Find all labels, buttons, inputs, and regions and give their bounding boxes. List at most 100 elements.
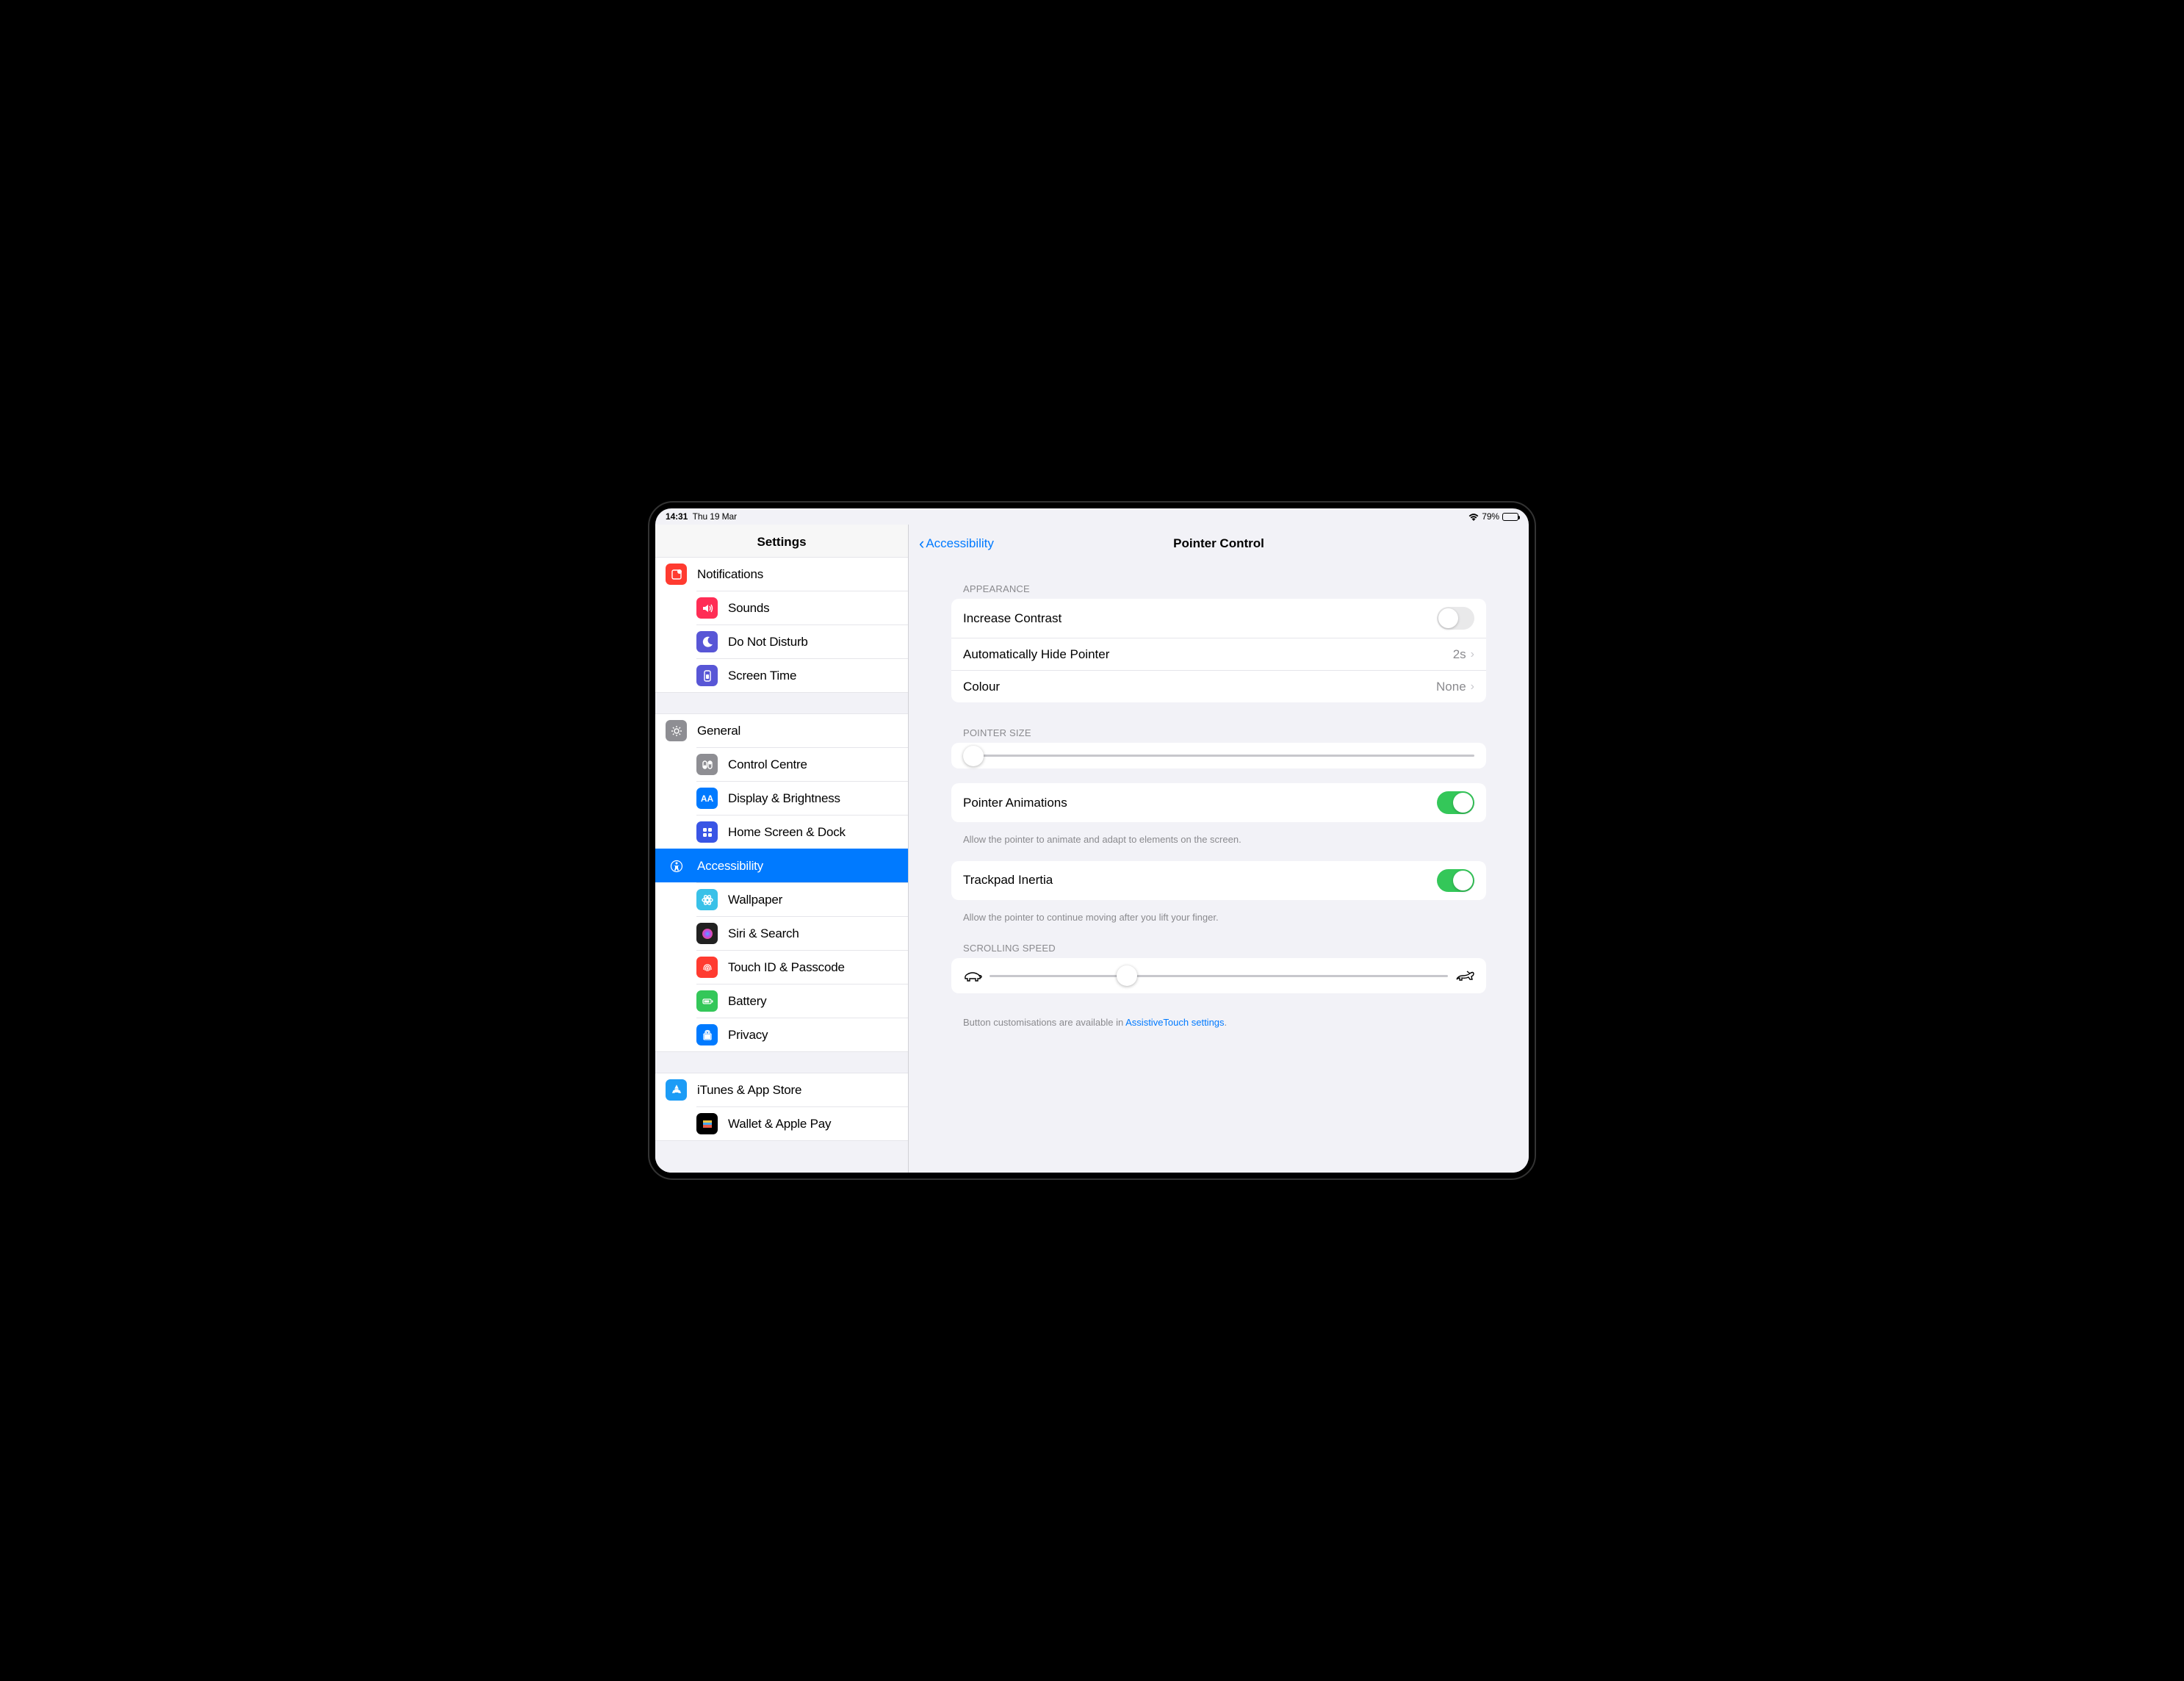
chevron-right-icon: › bbox=[1471, 648, 1474, 661]
increase-contrast-label: Increase Contrast bbox=[963, 611, 1437, 626]
sidebar-item-do-not-disturb[interactable]: Do Not Disturb bbox=[696, 624, 908, 658]
notifications-icon bbox=[666, 564, 687, 585]
sidebar-item-battery[interactable]: Battery bbox=[696, 984, 908, 1018]
sidebar-item-label: Control Centre bbox=[728, 757, 807, 772]
screentime-icon bbox=[696, 665, 718, 686]
sidebar-list[interactable]: Notifications Sounds Do Not Disturb Screen … bbox=[655, 558, 908, 1173]
slider-thumb[interactable] bbox=[963, 746, 984, 766]
sidebar-item-label: Sounds bbox=[728, 601, 769, 616]
homescreen-icon bbox=[696, 821, 718, 843]
auto-hide-label: Automatically Hide Pointer bbox=[963, 647, 1453, 662]
sidebar-item-touch-id-passcode[interactable]: Touch ID & Passcode bbox=[696, 950, 908, 984]
battery-icon bbox=[1502, 513, 1518, 521]
content-header: ‹ Accessibility Pointer Control bbox=[909, 525, 1529, 557]
sidebar-item-label: Touch ID & Passcode bbox=[728, 960, 845, 975]
pointer-animations-footer: Allow the pointer to animate and adapt t… bbox=[951, 828, 1486, 861]
footer-suffix: . bbox=[1225, 1017, 1228, 1028]
tortoise-icon bbox=[963, 970, 982, 982]
sidebar-item-sounds[interactable]: Sounds bbox=[696, 591, 908, 624]
sidebar-item-wallpaper[interactable]: Wallpaper bbox=[696, 882, 908, 916]
scrolling-speed-slider-card bbox=[951, 958, 1486, 993]
row-trackpad-inertia[interactable]: Trackpad Inertia bbox=[951, 861, 1486, 900]
trackpad-inertia-label: Trackpad Inertia bbox=[963, 873, 1437, 888]
sidebar-item-notifications[interactable]: Notifications bbox=[655, 558, 908, 591]
sidebar-item-label: Do Not Disturb bbox=[728, 635, 808, 649]
sidebar-item-label: Display & Brightness bbox=[728, 791, 840, 806]
sounds-icon bbox=[696, 597, 718, 619]
colour-value: None bbox=[1436, 680, 1466, 694]
sidebar-item-control-centre[interactable]: Control Centre bbox=[696, 747, 908, 781]
sidebar-item-label: Wallpaper bbox=[728, 893, 782, 907]
chevron-left-icon: ‹ bbox=[919, 534, 924, 553]
display-icon: AA bbox=[696, 788, 718, 809]
page-title: Pointer Control bbox=[1173, 536, 1264, 551]
sidebar-item-label: Battery bbox=[728, 994, 766, 1009]
accessibility-icon bbox=[666, 855, 687, 877]
wifi-icon bbox=[1468, 513, 1479, 521]
sidebar-item-label: Privacy bbox=[728, 1028, 768, 1043]
row-pointer-animations[interactable]: Pointer Animations bbox=[951, 783, 1486, 822]
pointer-animations-toggle[interactable] bbox=[1437, 791, 1474, 814]
sidebar-item-wallet-apple-pay[interactable]: Wallet & Apple Pay bbox=[696, 1106, 908, 1140]
sidebar-item-label: Screen Time bbox=[728, 669, 796, 683]
siri-icon bbox=[696, 923, 718, 944]
section-header-appearance: APPEARANCE bbox=[951, 579, 1486, 599]
sidebar-title: Settings bbox=[655, 525, 908, 558]
sidebar-item-label: Wallet & Apple Pay bbox=[728, 1117, 831, 1131]
sidebar-item-siri-search[interactable]: Siri & Search bbox=[696, 916, 908, 950]
section-header-pointer-size: POINTER SIZE bbox=[951, 723, 1486, 743]
general-icon bbox=[666, 720, 687, 741]
wallpaper-icon bbox=[696, 889, 718, 910]
sidebar-item-label: General bbox=[697, 724, 740, 738]
back-button[interactable]: ‹ Accessibility bbox=[919, 534, 994, 553]
row-increase-contrast[interactable]: Increase Contrast bbox=[951, 599, 1486, 638]
appearance-card: Increase Contrast Automatically Hide Poi… bbox=[951, 599, 1486, 702]
ipad-frame: 14:31 Thu 19 Mar 79% Settings Notificati… bbox=[638, 491, 1546, 1190]
row-auto-hide[interactable]: Automatically Hide Pointer 2s › bbox=[951, 638, 1486, 670]
footer-note: Button customisations are available in A… bbox=[951, 1008, 1486, 1037]
sidebar-item-accessibility[interactable]: Accessibility bbox=[655, 849, 908, 882]
status-bar: 14:31 Thu 19 Mar 79% bbox=[655, 508, 1529, 525]
sidebar-item-itunes-app-store[interactable]: iTunes & App Store bbox=[655, 1073, 908, 1106]
pointer-animations-card: Pointer Animations bbox=[951, 783, 1486, 822]
trackpad-inertia-card: Trackpad Inertia bbox=[951, 861, 1486, 900]
sidebar-item-label: Notifications bbox=[697, 567, 763, 582]
pointer-size-slider-card bbox=[951, 743, 1486, 768]
slider-thumb[interactable] bbox=[1117, 965, 1137, 986]
status-date: Thu 19 Mar bbox=[693, 511, 737, 522]
status-time: 14:31 bbox=[666, 511, 688, 522]
assistivetouch-link[interactable]: AssistiveTouch settings bbox=[1125, 1017, 1224, 1028]
chevron-right-icon: › bbox=[1471, 680, 1474, 694]
auto-hide-value: 2s bbox=[1453, 647, 1466, 662]
sidebar-item-general[interactable]: General bbox=[655, 714, 908, 747]
screen: 14:31 Thu 19 Mar 79% Settings Notificati… bbox=[655, 508, 1529, 1173]
sidebar-item-label: iTunes & App Store bbox=[697, 1083, 801, 1098]
section-header-scrolling-speed: SCROLLING SPEED bbox=[951, 938, 1486, 958]
sidebar-item-home-screen-dock[interactable]: Home Screen & Dock bbox=[696, 815, 908, 849]
scrolling-speed-slider[interactable] bbox=[990, 975, 1448, 977]
sidebar-item-screen-time[interactable]: Screen Time bbox=[696, 658, 908, 692]
hare-icon bbox=[1455, 970, 1474, 982]
content-pane[interactable]: ‹ Accessibility Pointer Control APPEARAN… bbox=[909, 525, 1529, 1173]
appstore-icon bbox=[666, 1079, 687, 1101]
sidebar-item-label: Accessibility bbox=[697, 859, 763, 874]
battery-icon bbox=[696, 990, 718, 1012]
sidebar-item-privacy[interactable]: Privacy bbox=[696, 1018, 908, 1051]
colour-label: Colour bbox=[963, 680, 1436, 694]
back-label: Accessibility bbox=[926, 536, 994, 551]
dnd-icon bbox=[696, 631, 718, 652]
wallet-icon bbox=[696, 1113, 718, 1134]
sidebar: Settings Notifications Sounds Do Not Distu… bbox=[655, 525, 909, 1173]
controlcentre-icon bbox=[696, 754, 718, 775]
footer-text: Button customisations are available in bbox=[963, 1017, 1125, 1028]
sidebar-item-display-brightness[interactable]: AA Display & Brightness bbox=[696, 781, 908, 815]
pointer-size-slider[interactable] bbox=[963, 755, 1474, 757]
privacy-icon bbox=[696, 1024, 718, 1045]
trackpad-inertia-toggle[interactable] bbox=[1437, 869, 1474, 892]
row-colour[interactable]: Colour None › bbox=[951, 670, 1486, 702]
touchid-icon bbox=[696, 957, 718, 978]
sidebar-item-label: Siri & Search bbox=[728, 926, 799, 941]
sidebar-item-label: Home Screen & Dock bbox=[728, 825, 846, 840]
trackpad-inertia-footer: Allow the pointer to continue moving aft… bbox=[951, 906, 1486, 939]
increase-contrast-toggle[interactable] bbox=[1437, 607, 1474, 630]
